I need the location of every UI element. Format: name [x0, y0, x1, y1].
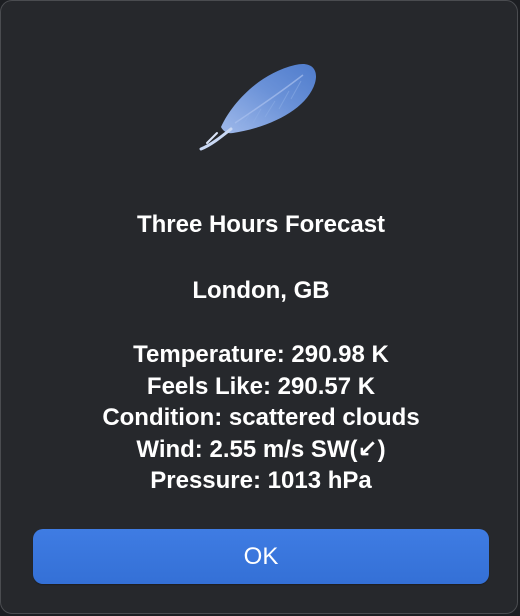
condition-line: Condition: scattered clouds [102, 404, 420, 431]
forecast-dialog: Three Hours Forecast London, GB Temperat… [0, 0, 518, 614]
pressure-line: Pressure: 1013 hPa [150, 467, 372, 494]
dialog-title: Three Hours Forecast [136, 211, 386, 238]
wind-line: Wind: 2.55 m/s SW(↙) [136, 435, 386, 463]
forecast-details: Temperature: 290.98 K Feels Like: 290.57… [1, 339, 517, 497]
location-label: London, GB [192, 277, 330, 304]
temperature-line: Temperature: 290.98 K [133, 341, 389, 368]
feather-icon [191, 51, 331, 161]
feels-like-line: Feels Like: 290.57 K [146, 372, 376, 400]
ok-button[interactable]: OK [33, 529, 489, 584]
